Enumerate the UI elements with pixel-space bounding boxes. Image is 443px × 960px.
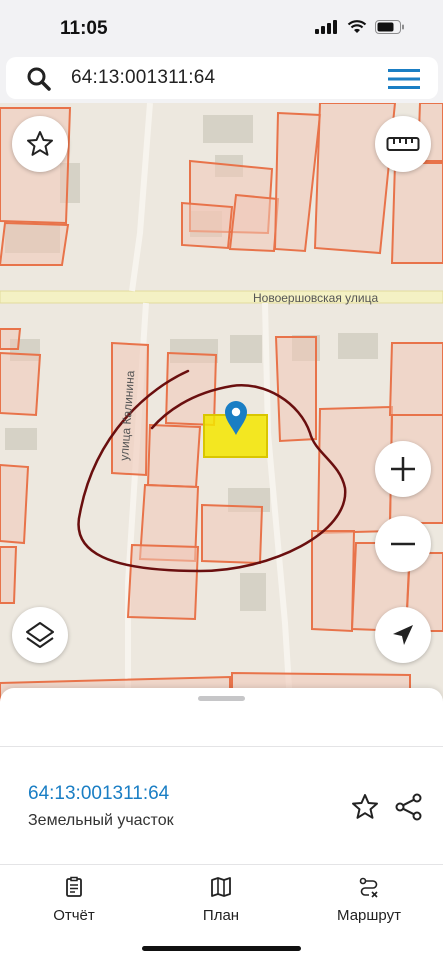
object-type: Земельный участок xyxy=(28,812,174,829)
search-bar[interactable]: 64:13:001311:64 xyxy=(6,57,438,99)
map-view[interactable]: Новоершовская улица улица Калинина xyxy=(0,103,443,703)
ruler-icon xyxy=(386,137,420,151)
layers-button[interactable] xyxy=(12,607,68,663)
signal-icon xyxy=(315,20,337,34)
tab-report-label: Отчёт xyxy=(53,907,95,924)
location-arrow-icon xyxy=(393,625,413,645)
map-icon xyxy=(211,877,231,897)
minus-icon xyxy=(391,542,415,546)
sheet-handle[interactable] xyxy=(198,696,245,701)
map-canvas[interactable]: Новоершовская улица улица Калинина xyxy=(0,103,443,703)
plus-icon xyxy=(391,457,415,481)
tab-plan-label: План xyxy=(202,907,240,924)
sheet-divider xyxy=(0,746,443,747)
search-input[interactable]: 64:13:001311:64 xyxy=(71,67,215,89)
locate-button[interactable] xyxy=(375,607,431,663)
sheet-divider-bottom xyxy=(0,864,443,865)
share-icon[interactable] xyxy=(394,792,424,822)
tab-plan[interactable]: План xyxy=(161,876,281,924)
tab-route-label: Маршрут xyxy=(337,907,401,924)
route-icon xyxy=(359,877,378,898)
status-bar: 11:05 xyxy=(0,0,443,56)
wifi-icon xyxy=(347,20,367,33)
street-label-main: Новоершовская улица xyxy=(253,291,378,305)
status-time: 11:05 xyxy=(60,18,108,39)
zoom-in-button[interactable] xyxy=(375,441,431,497)
status-icons xyxy=(315,20,405,34)
zoom-out-button[interactable] xyxy=(375,516,431,572)
layers-icon xyxy=(26,622,54,648)
battery-icon xyxy=(375,20,404,34)
favorite-star-icon[interactable] xyxy=(350,792,380,822)
tab-route[interactable]: Маршрут xyxy=(309,876,429,924)
star-icon xyxy=(27,131,53,156)
ruler-button[interactable] xyxy=(375,116,431,172)
home-indicator xyxy=(142,946,301,951)
cadastral-number[interactable]: 64:13:001311:64 xyxy=(28,783,169,805)
report-icon xyxy=(66,876,82,897)
search-icon[interactable] xyxy=(26,66,52,92)
parcels-bottom xyxy=(0,328,443,703)
tab-report[interactable]: Отчёт xyxy=(14,876,134,924)
menu-icon[interactable] xyxy=(388,68,420,90)
favorite-button[interactable] xyxy=(12,116,68,172)
